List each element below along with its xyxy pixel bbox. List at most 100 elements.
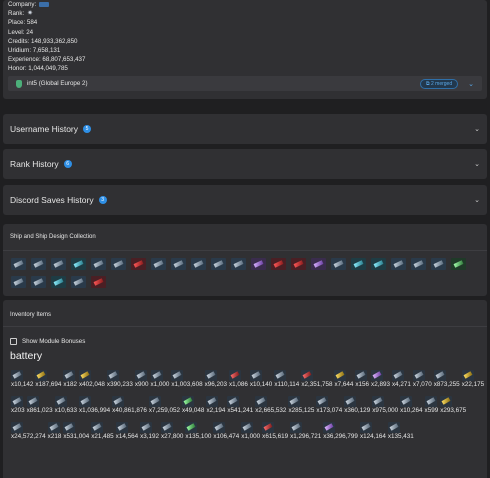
inventory-item[interactable]: x10,633 [54, 392, 77, 415]
inventory-item[interactable]: x1,003,608 [171, 366, 203, 389]
inventory-item[interactable]: x900 [134, 366, 149, 389]
inventory-item[interactable]: x156 [355, 366, 369, 389]
ship-item[interactable] [31, 256, 46, 270]
inventory-item[interactable]: x7,644 [334, 366, 353, 389]
divider [3, 326, 487, 327]
inventory-item[interactable]: x187,694 [35, 366, 61, 389]
ship-icon [151, 258, 166, 270]
chevron-down-icon[interactable]: ⌄ [474, 160, 480, 168]
chevron-down-icon[interactable]: ⌄ [474, 125, 480, 133]
ship-item[interactable] [51, 274, 66, 288]
ship-item[interactable] [131, 256, 146, 270]
ship-item[interactable] [211, 256, 226, 270]
inventory-item[interactable]: x531,004 [63, 418, 89, 441]
ship-item[interactable] [371, 256, 386, 270]
inventory-item[interactable]: x1,000 [241, 418, 260, 441]
inventory-item[interactable]: x615,619 [262, 418, 288, 441]
inventory-item[interactable]: x293,675 [440, 392, 466, 415]
inventory-item[interactable]: x14,564 [115, 418, 138, 441]
ship-item[interactable] [391, 256, 406, 270]
inventory-item[interactable]: x21,485 [91, 418, 114, 441]
inventory-item[interactable]: x599 [424, 392, 439, 415]
inventory-item[interactable]: x96,203 [204, 366, 227, 389]
ship-item[interactable] [251, 256, 266, 270]
inventory-item[interactable]: x36,296,799 [323, 418, 358, 441]
ship-item[interactable] [91, 256, 106, 270]
inventory-item[interactable]: x135,431 [387, 418, 414, 441]
ship-item[interactable] [271, 256, 286, 270]
inventory-item[interactable]: x27,800 [161, 418, 183, 441]
inventory-item[interactable]: x110,114 [274, 366, 299, 389]
inventory-item[interactable]: x24,572,274 [11, 418, 46, 441]
ship-item[interactable] [451, 256, 466, 270]
inventory-item[interactable]: x218 [47, 418, 61, 441]
inventory-item[interactable]: x203 [11, 392, 25, 415]
ship-item[interactable] [111, 256, 126, 270]
ship-item[interactable] [231, 256, 246, 270]
item-quantity: x3,192 [140, 433, 159, 440]
inventory-item[interactable]: x975,000 [372, 392, 398, 415]
inventory-item[interactable]: x360,129 [344, 392, 370, 415]
inventory-item[interactable]: x49,048 [182, 392, 204, 415]
inventory-item[interactable]: x182 [63, 366, 77, 389]
inventory-item[interactable]: x1,296,721 [290, 418, 321, 441]
inventory-item[interactable]: x541,241 [227, 392, 253, 415]
inventory-item[interactable]: x2,351,758 [301, 366, 332, 389]
item-label [151, 366, 170, 369]
module-bonuses-checkbox[interactable] [10, 338, 17, 345]
ship-item[interactable] [71, 274, 86, 288]
inventory-item[interactable]: x2,893 [371, 366, 390, 389]
ship-item[interactable] [11, 256, 26, 270]
inventory-item[interactable]: x285,125 [288, 392, 314, 415]
inventory-item[interactable]: x124,164 [359, 418, 386, 441]
rank-history-accordion[interactable]: Rank History 6 ⌄ [3, 149, 487, 179]
ship-item[interactable] [191, 256, 206, 270]
inventory-item[interactable]: x40,861,876 [112, 392, 147, 415]
ship-item[interactable] [91, 274, 106, 288]
item-label [255, 392, 286, 395]
inventory-item[interactable]: x22,175 [461, 366, 484, 389]
chevron-down-icon[interactable]: ⌄ [474, 196, 480, 204]
server-gem-icon [16, 79, 22, 88]
username-history-accordion[interactable]: Username History 5 ⌄ [3, 114, 487, 144]
inventory-item[interactable]: x1,036,994 [79, 392, 110, 415]
inventory-item[interactable]: x173,074 [316, 392, 342, 415]
ship-item[interactable] [291, 256, 306, 270]
inventory-item[interactable]: x402,048 [79, 366, 105, 389]
ship-item[interactable] [51, 256, 66, 270]
inventory-item[interactable]: x10,264 [400, 392, 423, 415]
inventory-item[interactable]: x1,000 [150, 366, 170, 389]
ship-item[interactable] [351, 256, 366, 270]
inventory-item[interactable]: x1,086 [229, 366, 248, 389]
ship-item[interactable] [431, 256, 446, 270]
item-quantity: x599 [424, 407, 439, 414]
inventory-item[interactable]: x3,192 [140, 418, 159, 441]
item-label [11, 392, 25, 395]
item-label [392, 366, 411, 369]
item-quantity: x541,241 [227, 407, 254, 414]
inventory-item[interactable]: x4,271 [391, 366, 411, 389]
ship-item[interactable] [171, 256, 186, 270]
ship-item[interactable] [331, 256, 346, 270]
inventory-item[interactable]: x2,194 [206, 392, 225, 415]
inventory-item[interactable]: x390,233 [106, 366, 133, 389]
server-selector[interactable]: int5 (Global Europe 2) ⧉ 2 merged ⌄ [8, 76, 482, 91]
ship-item[interactable] [411, 256, 426, 270]
inventory-item[interactable]: x7,259,052 [148, 392, 180, 415]
inventory-item[interactable]: x873,255 [433, 366, 460, 389]
ship-item[interactable] [311, 256, 326, 270]
inventory-item[interactable]: x10,142 [11, 366, 33, 389]
module-bonuses-toggle[interactable]: Show Module Bonuses [10, 338, 85, 345]
inventory-item[interactable]: x861,023 [26, 392, 53, 415]
inventory-item[interactable]: x135,100 [185, 418, 211, 441]
ship-item[interactable] [31, 274, 46, 288]
inventory-item[interactable]: x106,474 [213, 418, 239, 441]
ship-item[interactable] [71, 256, 86, 270]
inventory-item[interactable]: x2,665,532 [255, 392, 286, 415]
inventory-item[interactable]: x7,070 [412, 366, 432, 389]
ship-item[interactable] [151, 256, 166, 270]
chevron-down-icon[interactable]: ⌄ [468, 80, 474, 88]
discord-saves-history-accordion[interactable]: Discord Saves History 3 ⌄ [3, 185, 487, 215]
inventory-item[interactable]: x10,140 [249, 366, 272, 389]
ship-item[interactable] [11, 274, 26, 288]
